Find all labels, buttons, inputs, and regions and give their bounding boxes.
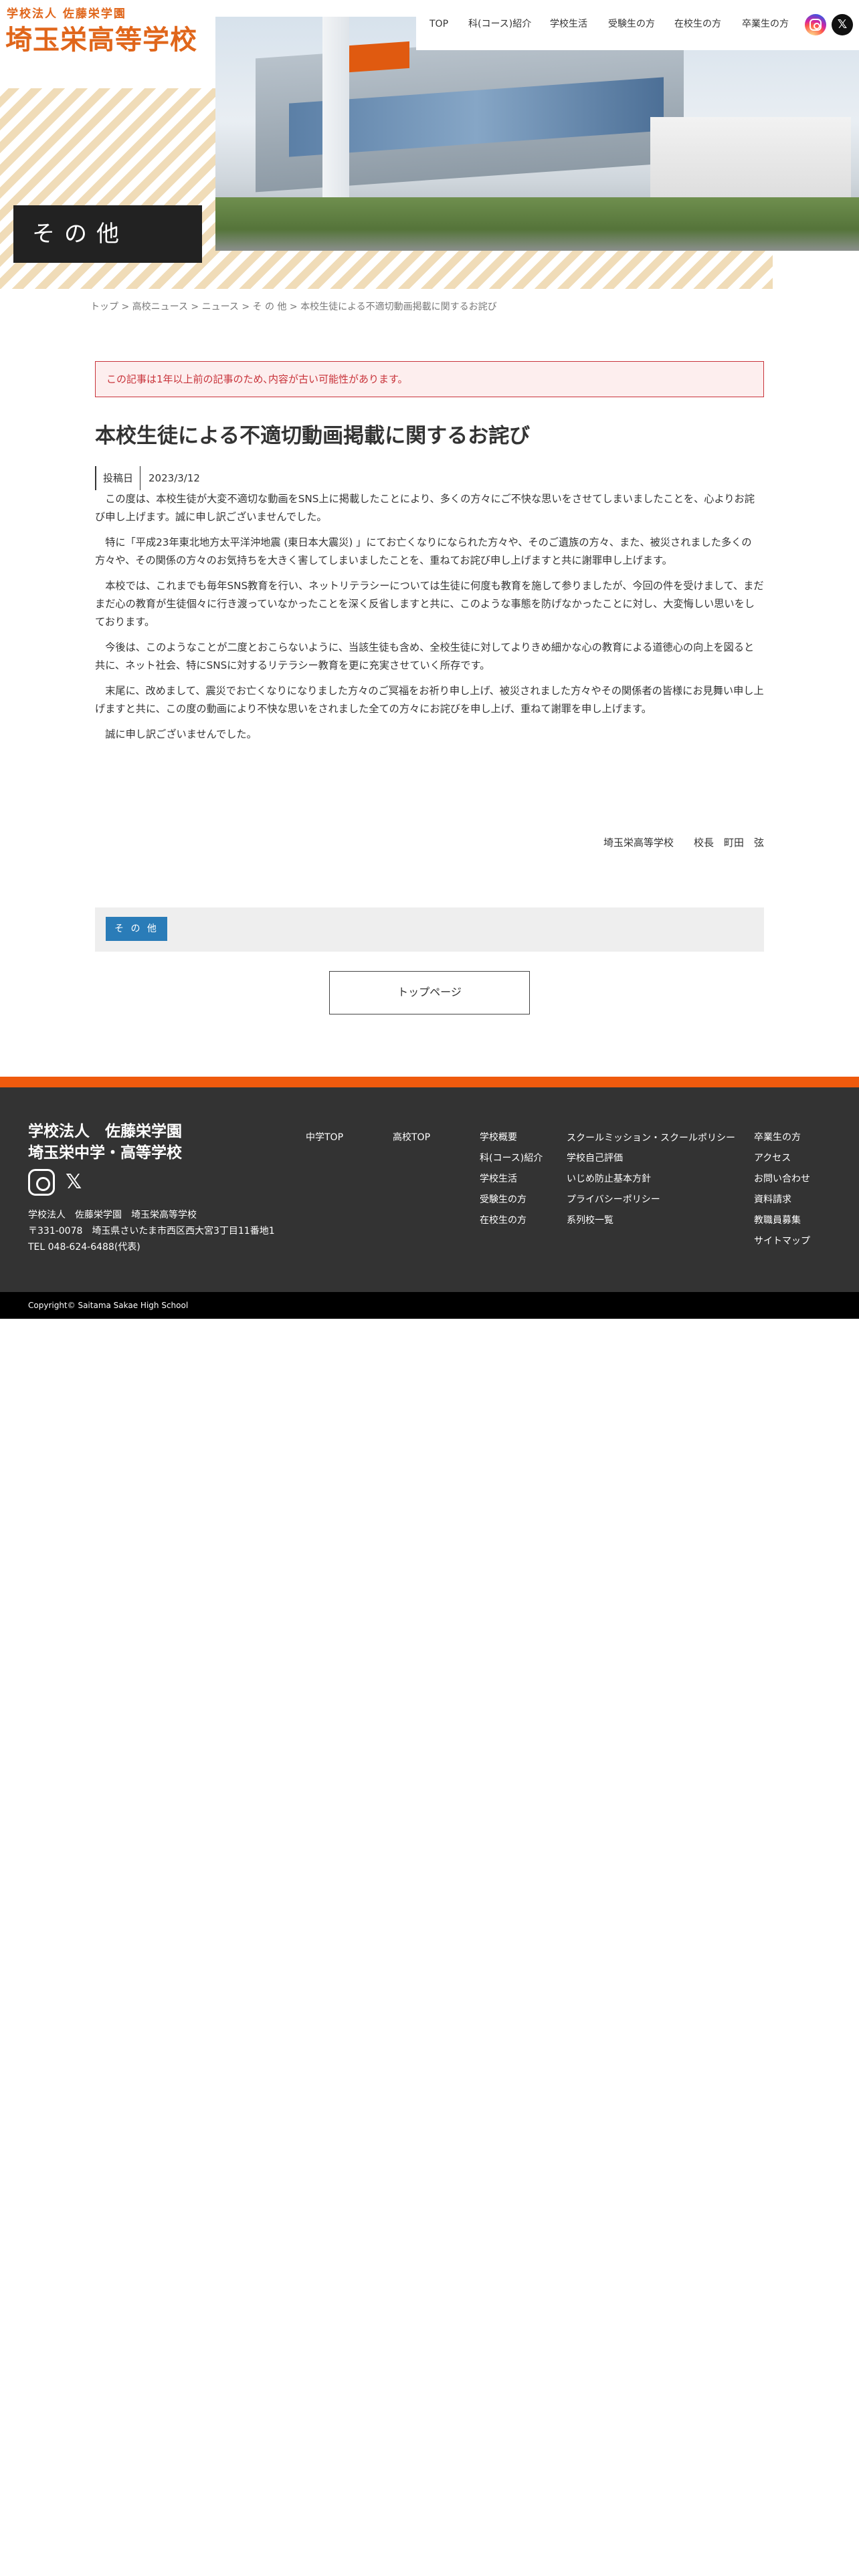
footer-link[interactable]: 在校生の方	[480, 1215, 527, 1226]
footer-link[interactable]: プライバシーポリシー	[567, 1194, 660, 1205]
logo-title: 埼玉栄高等学校	[5, 24, 197, 56]
breadcrumb-high-school-news[interactable]: 高校ニュース	[132, 302, 188, 312]
post-date: 投稿日 2023/3/12	[95, 466, 200, 490]
nav-course[interactable]: 科(コース)紹介	[468, 16, 531, 33]
x-icon[interactable]: 𝕏	[832, 14, 853, 35]
footer-link[interactable]: スクールミッション・スクールポリシー	[567, 1133, 735, 1144]
footer-address: 学校法人 佐藤栄学園 埼玉栄高等学校 〒331-0078 埼玉県さいたま市西区西…	[28, 1210, 275, 1253]
footer-instagram-icon[interactable]	[28, 1169, 55, 1196]
footer-link[interactable]: いじめ防止基本方針	[567, 1174, 651, 1184]
footer-link[interactable]: 教職員募集	[754, 1215, 801, 1226]
footer-link[interactable]: 中学TOP	[306, 1132, 343, 1143]
article-paragraph: 今後は、このようなことが二度とおこらないように、当該生徒も含め、全校生徒に対して…	[95, 641, 755, 671]
footer-link[interactable]: 資料請求	[754, 1194, 791, 1205]
footer: 学校法人 佐藤栄学園 埼玉栄中学・高等学校 𝕏 学校法人 佐藤栄学園 埼玉栄高等…	[0, 1087, 859, 1292]
category-bar: そ の 他	[95, 907, 764, 952]
breadcrumb-news[interactable]: ニュース	[202, 302, 239, 312]
article-signature: 埼玉栄高等学校 校長 町田 弦	[603, 837, 764, 849]
article-paragraph: 特に「平成23年東北地方太平洋沖地震 (東日本大震災) 」にてお亡くなりになられ…	[95, 536, 752, 566]
copyright: Copyright© Saitama Sakae High School	[0, 1292, 859, 1319]
footer-col-2: 高校TOP	[393, 1128, 430, 1148]
global-nav: TOP 科(コース)紹介 学校生活 受験生の方 在校生の方 卒業生の方	[416, 0, 859, 50]
footer-link[interactable]: 学校概要	[480, 1132, 517, 1143]
article-title: 本校生徒による不適切動画掲載に関するお詫び	[95, 424, 531, 448]
hero-school-photo	[215, 17, 859, 251]
footer-col-1: 中学TOP	[306, 1128, 343, 1148]
post-date-label: 投稿日	[95, 466, 141, 490]
footer-col-3: 学校概要 科(コース)紹介 学校生活 受験生の方 在校生の方	[480, 1128, 543, 1231]
footer-link[interactable]: 科(コース)紹介	[480, 1153, 543, 1164]
footer-col-5: 卒業生の方 アクセス お問い合わせ 資料請求 教職員募集 サイトマップ	[754, 1128, 810, 1252]
nav-students[interactable]: 在校生の方	[674, 16, 721, 33]
article-paragraph: 誠に申し訳ございませんでした。	[105, 728, 257, 740]
footer-school-name: 学校法人 佐藤栄学園 埼玉栄中学・高等学校	[28, 1123, 182, 1162]
old-article-notice: この記事は1年以上前の記事のため､内容が古い可能性があります。	[95, 361, 764, 397]
article-paragraph: 本校では、これまでも毎年SNS教育を行い、ネットリテラシーについては生徒に何度も…	[95, 580, 764, 628]
article-paragraph: この度は、本校生徒が大変不適切な動画をSNS上に掲載したことにより、多くの方々に…	[95, 493, 755, 523]
footer-x-icon[interactable]: 𝕏	[66, 1170, 82, 1194]
nav-applicants[interactable]: 受験生の方	[608, 16, 655, 33]
footer-col-4: スクールミッション・スクールポリシー 学校自己評価 いじめ防止基本方針 プライバ…	[567, 1128, 747, 1231]
article-paragraph: 末尾に、改めまして、震災でお亡くなりになりました方々のご冥福をお祈り申し上げ、被…	[95, 685, 764, 715]
nav-school-life[interactable]: 学校生活	[550, 16, 587, 33]
footer-link[interactable]: 高校TOP	[393, 1132, 430, 1143]
page-title: その他	[13, 205, 202, 263]
footer-link[interactable]: 受験生の方	[480, 1194, 527, 1205]
footer-link[interactable]: 学校生活	[480, 1174, 517, 1184]
footer-accent-bar	[0, 1077, 859, 1087]
nav-graduates[interactable]: 卒業生の方	[742, 16, 789, 33]
breadcrumb-other[interactable]: そ の 他	[253, 302, 287, 312]
footer-link[interactable]: アクセス	[754, 1153, 791, 1164]
footer-link[interactable]: 卒業生の方	[754, 1132, 801, 1143]
footer-link[interactable]: 学校自己評価	[567, 1153, 623, 1164]
footer-link[interactable]: サイトマップ	[754, 1236, 810, 1247]
footer-link[interactable]: お問い合わせ	[754, 1174, 810, 1184]
breadcrumb: トップ > 高校ニュース > ニュース > そ の 他 > 本校生徒による不適切…	[90, 302, 497, 312]
instagram-icon[interactable]	[805, 14, 826, 35]
site-logo[interactable]: 学校法人 佐藤栄学園 埼玉栄高等学校	[0, 0, 215, 88]
post-date-value: 2023/3/12	[149, 472, 200, 484]
breadcrumb-home[interactable]: トップ	[90, 302, 118, 312]
top-page-button[interactable]: トップページ	[329, 971, 530, 1014]
article-body: この度は、本校生徒が大変不適切な動画をSNS上に掲載したことにより、多くの方々に…	[95, 490, 764, 751]
nav-top[interactable]: TOP	[430, 16, 448, 33]
category-tag[interactable]: そ の 他	[106, 917, 167, 941]
breadcrumb-current: 本校生徒による不適切動画掲載に関するお詫び	[300, 302, 497, 312]
footer-link[interactable]: 系列校一覧	[567, 1215, 613, 1226]
